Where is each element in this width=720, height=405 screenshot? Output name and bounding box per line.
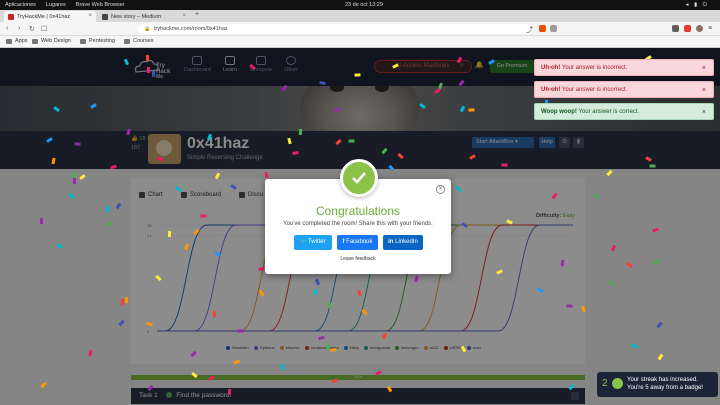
bookmark-label: Pentesting	[89, 38, 115, 44]
success-badge-icon	[340, 159, 378, 197]
extension-icon[interactable]	[684, 25, 691, 32]
toast-message: Your answer is correct.	[578, 109, 640, 115]
bookmarks-bar: Apps Web Design Pentesting Courses	[0, 36, 720, 48]
medium-favicon-icon	[102, 13, 108, 20]
active-app-label[interactable]: Brave Web Browser	[71, 2, 130, 8]
close-icon[interactable]: ×	[702, 60, 706, 77]
places-menu[interactable]: Lugares	[41, 2, 71, 8]
brave-rewards-icon[interactable]	[550, 25, 557, 32]
streak-line-2: You're 5 away from a badge!	[627, 385, 703, 391]
tab-label: New story – Medium	[111, 13, 162, 20]
browser-tab-bar: TryHackMe | 0x41haz × New story – Medium…	[0, 10, 720, 22]
toast-title: Uh-oh!	[541, 87, 561, 93]
bookmark-page-icon[interactable]: ☐	[41, 25, 47, 33]
bookmark-apps[interactable]: Apps	[6, 38, 28, 44]
system-tray-icons[interactable]: ◂ ▮ ⏻	[681, 2, 714, 9]
bookmark-courses[interactable]: Courses	[124, 38, 153, 44]
toast-message: Your answer is incorrect.	[561, 65, 628, 71]
os-top-bar: Aplicaciones Lugares Brave Web Browser 2…	[0, 0, 720, 10]
url-text: tryhackme.com/room/0x41haz	[154, 26, 228, 32]
toast-incorrect: Uh-oh! Your answer is incorrect. ×	[534, 81, 714, 98]
close-icon[interactable]: ×	[702, 104, 706, 121]
close-icon[interactable]: ×	[436, 185, 445, 194]
apps-grid-icon	[6, 38, 12, 44]
toast-title: Uh-oh!	[541, 65, 561, 71]
twitter-label: Twitter	[307, 239, 326, 245]
folder-icon	[80, 38, 86, 44]
extension-icon[interactable]	[672, 25, 679, 32]
lock-icon: 🔒	[144, 26, 151, 32]
clock[interactable]: 23 de oct 13:29	[340, 2, 388, 8]
brave-shields-icon[interactable]	[539, 25, 546, 32]
folder-icon	[124, 38, 130, 44]
bookmark-label: Web Design	[41, 38, 71, 44]
modal-text: You've completed the room! Share this wi…	[283, 221, 433, 227]
apps-menu[interactable]: Aplicaciones	[0, 2, 41, 8]
streak-text: Your streak has increased. You're 5 away…	[627, 376, 703, 392]
twitter-icon: 🐦	[300, 239, 308, 245]
tab-label: TryHackMe | 0x41haz	[17, 13, 71, 20]
bookmark-pentesting[interactable]: Pentesting	[80, 38, 115, 44]
bookmark-label: Courses	[133, 38, 154, 44]
profile-avatar[interactable]	[696, 25, 703, 32]
linkedin-label: LinkedIn	[395, 239, 418, 245]
close-tab-icon[interactable]: ×	[88, 13, 92, 19]
share-twitter-button[interactable]: 🐦Twitter	[294, 235, 332, 250]
streak-check-icon	[612, 378, 623, 389]
forward-icon[interactable]: ›	[18, 25, 20, 32]
streak-count: 2	[602, 378, 608, 389]
toast-incorrect: Uh-oh! Your answer is incorrect. ×	[534, 59, 714, 76]
share-icon[interactable]: ⤴	[526, 25, 533, 35]
close-tab-icon[interactable]: ×	[182, 13, 186, 19]
bookmark-web-design[interactable]: Web Design	[32, 38, 71, 44]
streak-line-1: Your streak has increased.	[627, 377, 698, 383]
leave-feedback-link[interactable]: Leave feedback	[265, 256, 451, 262]
menu-icon[interactable]: ≡	[708, 25, 712, 32]
modal-title: Congratulations	[315, 204, 401, 218]
close-icon[interactable]: ×	[702, 82, 706, 99]
toast-message: Your answer is incorrect.	[561, 87, 628, 93]
toast-correct: Woop woop! Your answer is correct. ×	[534, 103, 714, 120]
streak-notification[interactable]: 2 Your streak has increased. You're 5 aw…	[597, 372, 718, 397]
folder-icon	[32, 38, 38, 44]
tryhackme-favicon-icon	[8, 13, 14, 20]
facebook-label: Facebook	[346, 239, 373, 245]
share-linkedin-button[interactable]: in LinkedIn	[383, 235, 423, 250]
tab-medium[interactable]: New story – Medium ×	[98, 11, 190, 22]
toast-title: Woop woop!	[541, 109, 577, 115]
checkmark-icon	[352, 172, 366, 184]
address-bar[interactable]: 🔒 tryhackme.com/room/0x41haz	[138, 24, 533, 34]
bookmark-label: Apps	[15, 38, 28, 44]
new-tab-icon[interactable]: +	[195, 11, 199, 18]
back-icon[interactable]: ‹	[6, 25, 8, 32]
tab-tryhackme[interactable]: TryHackMe | 0x41haz ×	[4, 11, 96, 22]
reload-icon[interactable]: ↻	[29, 25, 35, 33]
browser-toolbar: ‹ › ↻ ☐ 🔒 tryhackme.com/room/0x41haz ⤴ ≡	[0, 22, 720, 36]
share-facebook-button[interactable]: f Facebook	[337, 235, 378, 250]
